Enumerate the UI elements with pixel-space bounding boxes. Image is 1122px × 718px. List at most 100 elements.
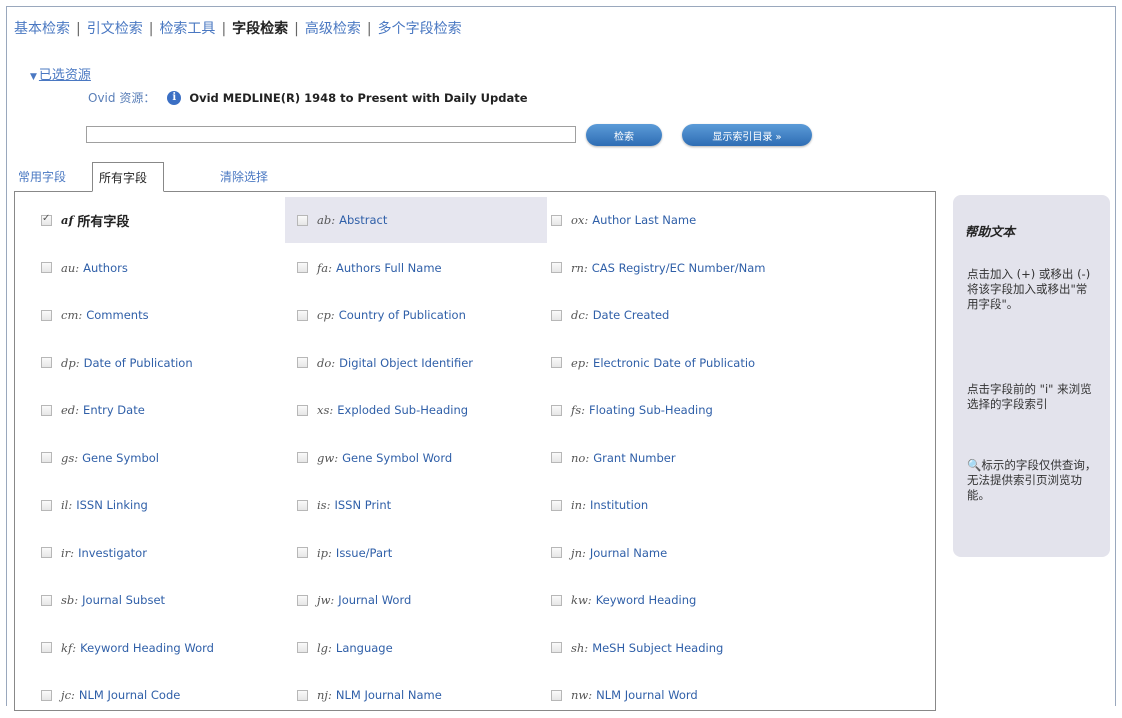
field-checkbox[interactable] (297, 689, 308, 701)
field-name-link[interactable]: Institution (590, 498, 648, 512)
field-name-link[interactable]: Journal Name (590, 546, 667, 560)
field-name-link[interactable]: Language (336, 641, 393, 655)
field-checkbox[interactable] (297, 214, 308, 226)
field-checkbox[interactable] (297, 357, 308, 368)
field-checkbox[interactable] (41, 262, 52, 273)
nav-citation-search[interactable]: 引文检索 (87, 18, 143, 38)
field-name-link[interactable]: Keyword Heading Word (80, 641, 214, 655)
field-name-link[interactable]: Keyword Heading (596, 593, 697, 607)
field-code: ab: (317, 213, 336, 227)
field-name-link[interactable]: Grant Number (593, 451, 675, 465)
field-name-link[interactable]: Authors Full Name (336, 261, 442, 275)
field-checkbox[interactable] (41, 404, 52, 416)
field-checkbox[interactable] (551, 547, 562, 558)
field-checkbox[interactable] (41, 213, 52, 226)
field-code: dc: (571, 308, 589, 322)
field-checkbox[interactable] (41, 309, 52, 321)
search-button[interactable]: 检索 (586, 124, 662, 146)
field-name-link[interactable]: Gene Symbol Word (342, 451, 452, 465)
field-checkbox[interactable] (41, 594, 52, 606)
field-checkbox[interactable] (297, 404, 308, 416)
field-name-link[interactable]: Entry Date (83, 403, 145, 417)
field-item: rn: CAS Registry/EC Number/Nam (551, 245, 801, 291)
field-name-link[interactable]: MeSH Subject Heading (592, 641, 723, 655)
search-input[interactable] (86, 126, 576, 143)
field-code: nj: (317, 688, 332, 702)
field-name-link[interactable]: NLM Journal Code (79, 688, 180, 702)
field-name-link[interactable]: Author Last Name (592, 213, 696, 227)
field-checkbox[interactable] (41, 642, 52, 653)
field-checkbox[interactable] (41, 452, 52, 463)
field-name-link[interactable]: Issue/Part (336, 546, 392, 560)
tab-all-fields[interactable]: 所有字段 (92, 162, 164, 192)
field-checkbox[interactable] (297, 309, 308, 321)
nav-advanced-search[interactable]: 高级检索 (305, 18, 361, 38)
field-checkbox[interactable] (551, 404, 562, 416)
field-checkbox[interactable] (41, 689, 52, 701)
nav-basic-search[interactable]: 基本检索 (14, 18, 70, 38)
field-checkbox[interactable] (297, 642, 308, 653)
field-item: ip: Issue/Part (297, 530, 547, 576)
field-checkbox[interactable] (551, 357, 562, 368)
field-item: fs: Floating Sub-Heading (551, 387, 801, 433)
field-code: ip: (317, 545, 332, 560)
field-name-link[interactable]: Date Created (593, 308, 670, 322)
field-checkbox[interactable] (297, 547, 308, 558)
field-name-link[interactable]: CAS Registry/EC Number/Nam (592, 261, 766, 275)
selected-resources-toggle[interactable]: ▼ 已选资源 (30, 64, 91, 83)
field-item: kf: Keyword Heading Word (41, 625, 291, 671)
field-name-link[interactable]: NLM Journal Word (596, 688, 698, 702)
field-checkbox[interactable] (41, 357, 52, 368)
field-name-link[interactable]: Date of Publication (84, 356, 193, 370)
field-name-link[interactable]: Electronic Date of Publicatio (593, 356, 755, 370)
field-item: no: Grant Number (551, 435, 801, 481)
field-item: lg: Language (297, 625, 547, 671)
field-name-link[interactable]: Country of Publication (339, 308, 466, 322)
field-name-link[interactable]: 所有字段 (77, 211, 129, 230)
field-name-link[interactable]: Gene Symbol (82, 451, 159, 465)
field-checkbox[interactable] (551, 262, 562, 273)
field-checkbox[interactable] (297, 499, 308, 511)
field-code: af (61, 213, 74, 227)
field-code: jw: (317, 593, 335, 607)
field-name-link[interactable]: Floating Sub-Heading (589, 403, 713, 417)
tab-common-fields[interactable]: 常用字段 (18, 168, 66, 185)
field-checkbox[interactable] (551, 689, 562, 701)
field-name-link[interactable]: Abstract (339, 213, 387, 227)
field-name-link[interactable]: Journal Word (338, 593, 411, 607)
nav-multi-field-search[interactable]: 多个字段检索 (378, 18, 462, 38)
nav-search-tools[interactable]: 检索工具 (159, 18, 215, 38)
field-name-link[interactable]: Journal Subset (82, 593, 165, 607)
field-checkbox[interactable] (551, 309, 562, 321)
field-checkbox[interactable] (551, 452, 562, 463)
field-name-link[interactable]: Investigator (78, 546, 147, 560)
nav-field-search[interactable]: 字段检索 (232, 18, 288, 38)
field-name-link[interactable]: Exploded Sub-Heading (337, 403, 468, 417)
field-item: au: Authors (41, 245, 291, 291)
field-checkbox[interactable] (551, 499, 562, 511)
field-item: gs: Gene Symbol (41, 435, 291, 481)
field-checkbox[interactable] (551, 594, 562, 606)
field-name-link[interactable]: ISSN Print (334, 498, 391, 512)
nav-separator: | (366, 21, 372, 37)
field-checkbox[interactable] (297, 452, 308, 463)
field-name-link[interactable]: Digital Object Identifier (339, 356, 473, 370)
field-name-link[interactable]: Authors (83, 261, 128, 275)
field-checkbox[interactable] (297, 594, 308, 606)
field-checkbox[interactable] (551, 214, 562, 226)
field-checkbox[interactable] (41, 547, 52, 558)
field-checkbox[interactable] (297, 262, 308, 273)
field-checkbox[interactable] (41, 499, 52, 511)
field-code: ed: (61, 403, 80, 417)
field-code: gs: (61, 450, 79, 465)
clear-selection-link[interactable]: 清除选择 (220, 168, 268, 185)
field-checkbox[interactable] (551, 642, 562, 653)
field-name-link[interactable]: Comments (86, 308, 148, 322)
field-name-link[interactable]: ISSN Linking (76, 498, 148, 512)
field-item: nj: NLM Journal Name (297, 672, 547, 718)
field-item: gw: Gene Symbol Word (297, 435, 547, 481)
info-icon[interactable]: i (167, 90, 182, 105)
field-name-link[interactable]: NLM Journal Name (336, 688, 442, 702)
fields-panel: af所有字段ab:Abstractox:Author Last Nameau:A… (14, 191, 936, 711)
show-index-button[interactable]: 显示索引目录 » (682, 124, 812, 146)
